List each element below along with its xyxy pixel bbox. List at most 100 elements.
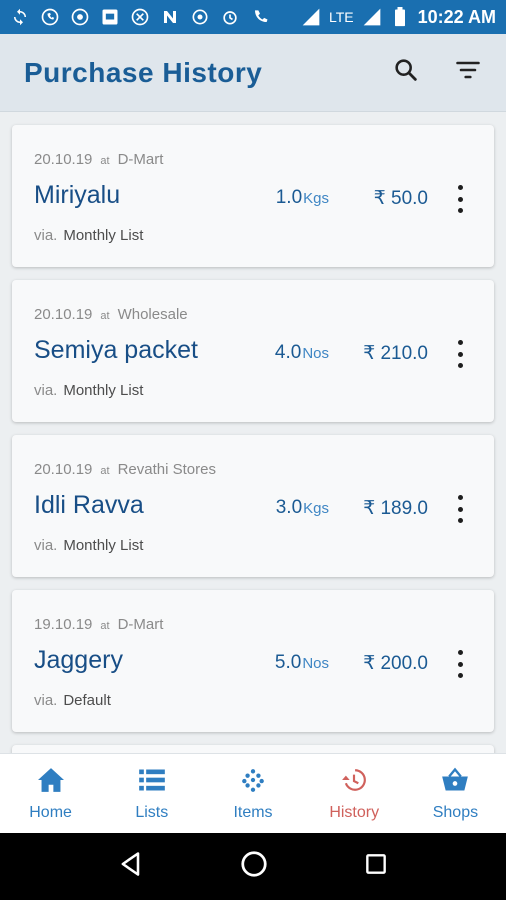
page-title: Purchase History (24, 56, 263, 88)
shop-name: Revathi Stores (117, 461, 216, 478)
purchase-meta: 20.10.19 at Revathi Stores (34, 461, 216, 478)
via-label: via. (34, 692, 58, 709)
nav-label: Items (233, 803, 273, 821)
nav-lists[interactable]: Lists (101, 754, 202, 834)
quantity: 1.0Kgs (276, 187, 329, 209)
sync-icon (10, 7, 30, 27)
nav-label: Home (29, 803, 72, 821)
quantity-unit: Kgs (303, 190, 329, 207)
via-value: Monthly List (63, 382, 144, 399)
recents-icon[interactable] (363, 851, 389, 882)
quantity: 4.0Nos (275, 342, 329, 364)
more-options-icon[interactable] (454, 340, 466, 368)
signal-icon (301, 7, 321, 27)
search-icon[interactable] (392, 56, 420, 89)
status-bar: LTE 10:22 AM (0, 0, 506, 34)
quantity-value: 4.0 (274, 342, 302, 363)
back-icon[interactable] (117, 850, 145, 883)
at-label: at (100, 465, 110, 477)
quantity-value: 3.0 (275, 497, 303, 518)
via-list: via. Monthly List (34, 227, 143, 244)
app-bar: Purchase History (0, 34, 506, 112)
via-value: Default (63, 692, 111, 709)
gear-icon (190, 7, 210, 27)
purchase-card-partial[interactable] (12, 745, 494, 753)
battery-icon (390, 7, 410, 27)
alarm-icon (220, 7, 240, 27)
quantity-unit: Nos (302, 345, 329, 362)
quantity: 3.0Kgs (276, 497, 329, 519)
quantity-value: 1.0 (275, 187, 303, 208)
nav-history[interactable]: History (304, 754, 405, 834)
purchase-meta: 19.10.19 at D-Mart (34, 616, 163, 633)
home-circle-icon[interactable] (239, 849, 269, 884)
quantity-unit: Nos (302, 655, 329, 672)
nav-label: Shops (432, 803, 479, 821)
via-label: via. (34, 382, 58, 399)
signal-icon (362, 7, 382, 27)
purchase-date: 20.10.19 (34, 461, 93, 478)
whatsapp-icon (40, 7, 60, 27)
purchase-meta: 20.10.19 at Wholesale (34, 306, 188, 323)
purchase-date: 20.10.19 (34, 306, 93, 323)
wifi-calling-icon (250, 7, 270, 27)
via-label: via. (34, 227, 58, 244)
at-label: at (100, 155, 110, 167)
via-label: via. (34, 537, 58, 554)
at-label: at (100, 620, 110, 632)
items-icon (239, 767, 267, 798)
via-value: Monthly List (63, 537, 144, 554)
item-name: Jaggery (34, 646, 123, 674)
via-list: via. Monthly List (34, 382, 143, 399)
tv-icon (100, 7, 120, 27)
system-nav-bar (0, 833, 506, 900)
purchase-card[interactable]: 20.10.19 at Revathi Stores Idli Ravva 3.0K… (12, 435, 494, 577)
home-icon (36, 767, 66, 798)
item-name: Idli Ravva (34, 491, 144, 519)
system-status: LTE 10:22 AM (301, 7, 496, 28)
basket-icon (441, 767, 469, 798)
nav-label: History (329, 803, 380, 821)
chrome-icon (70, 7, 90, 27)
compass-icon (130, 7, 150, 27)
item-name: Miriyalu (34, 181, 121, 209)
price: ₹ 50.0 (373, 188, 428, 209)
price: ₹ 210.0 (363, 343, 428, 364)
network-type: LTE (328, 9, 354, 25)
more-options-icon[interactable] (454, 650, 466, 678)
purchase-card[interactable]: 20.10.19 at Wholesale Semiya packet 4.0Nos… (12, 280, 494, 422)
price: ₹ 189.0 (363, 498, 428, 519)
nav-home[interactable]: Home (0, 754, 101, 834)
clock: 10:22 AM (417, 6, 496, 27)
at-label: at (100, 310, 110, 322)
more-options-icon[interactable] (454, 185, 466, 213)
purchase-card[interactable]: 19.10.19 at D-Mart Jaggery 5.0Nos ₹ 200.0 … (12, 590, 494, 732)
via-list: via. Monthly List (34, 537, 143, 554)
notification-icons (10, 7, 270, 27)
purchase-list: 20.10.19 at D-Mart Miriyalu 1.0Kgs ₹ 50.0 … (0, 112, 506, 753)
filter-icon[interactable] (454, 56, 482, 89)
nav-shops[interactable]: Shops (405, 754, 506, 834)
shop-name: D-Mart (117, 616, 164, 633)
quantity-unit: Kgs (303, 500, 329, 517)
quantity-value: 5.0 (274, 652, 302, 673)
shop-name: D-Mart (117, 151, 164, 168)
purchase-card[interactable]: 20.10.19 at D-Mart Miriyalu 1.0Kgs ₹ 50.0 … (12, 125, 494, 267)
nav-label: Lists (135, 803, 169, 821)
more-options-icon[interactable] (454, 495, 466, 523)
nav-items[interactable]: Items (202, 754, 303, 834)
list-icon (138, 767, 166, 798)
appbar-actions (392, 56, 482, 89)
price: ₹ 200.0 (363, 653, 428, 674)
n-icon (160, 7, 180, 27)
via-list: via. Default (34, 692, 111, 709)
purchase-date: 20.10.19 (34, 151, 93, 168)
bottom-navigation: Home Lists Items History Shops (0, 753, 506, 834)
history-icon (340, 767, 368, 798)
via-value: Monthly List (63, 227, 144, 244)
quantity: 5.0Nos (275, 652, 329, 674)
shop-name: Wholesale (117, 306, 188, 323)
purchase-date: 19.10.19 (34, 616, 93, 633)
item-name: Semiya packet (34, 336, 198, 364)
purchase-meta: 20.10.19 at D-Mart (34, 151, 163, 168)
